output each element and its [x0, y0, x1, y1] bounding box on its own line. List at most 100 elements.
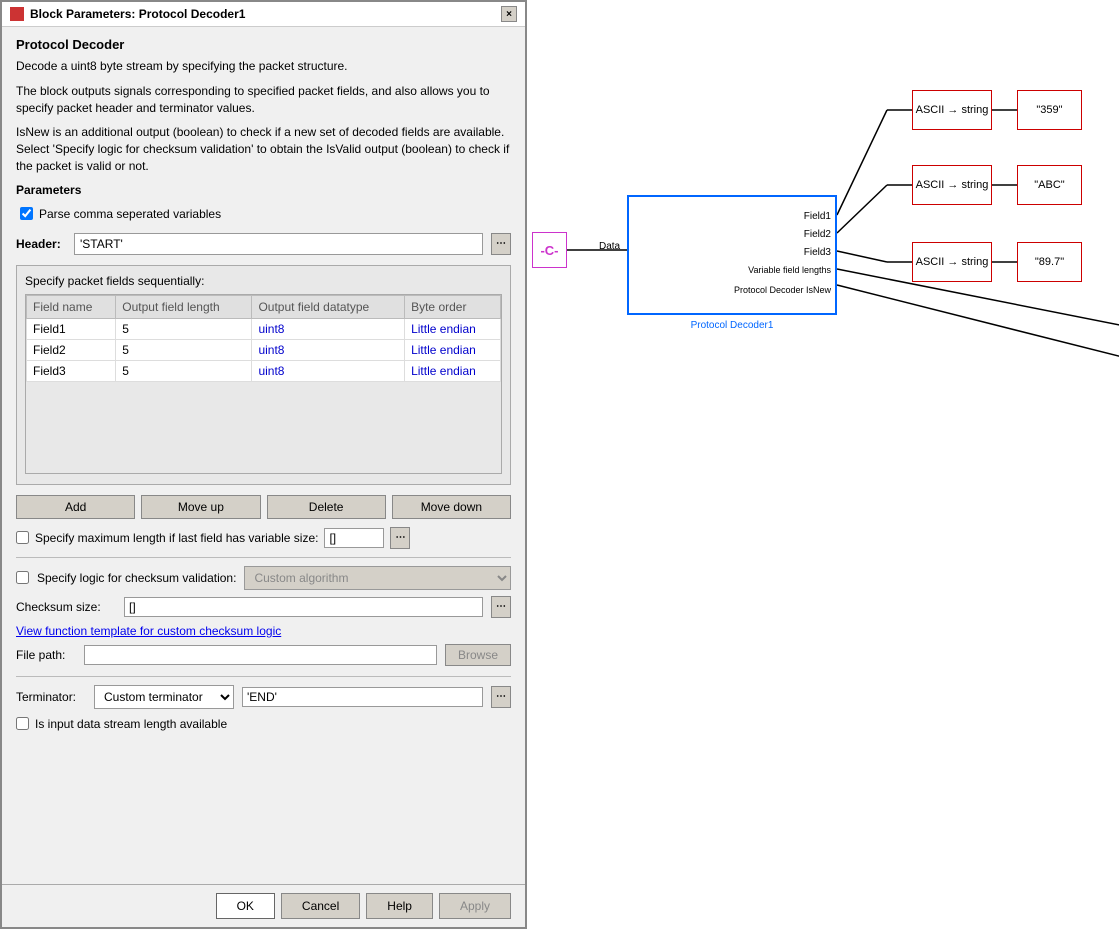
- is-input-row: Is input data stream length available: [16, 717, 511, 731]
- ascii-label-1: ASCII → string: [916, 104, 989, 116]
- field-length-cell: 5: [116, 339, 252, 360]
- ascii-block-3[interactable]: ASCII → string: [912, 242, 992, 282]
- output-abc[interactable]: "ABC": [1017, 165, 1082, 205]
- is-input-label: Is input data stream length available: [35, 717, 227, 731]
- spec-max-dots-button[interactable]: ⋯: [390, 527, 410, 549]
- checksum-size-row: Checksum size: ⋯: [16, 596, 511, 618]
- terminator-label: Terminator:: [16, 690, 86, 704]
- ascii-block-1[interactable]: ASCII → string: [912, 90, 992, 130]
- spec-max-checkbox[interactable]: [16, 531, 29, 544]
- cancel-button[interactable]: Cancel: [281, 893, 360, 919]
- delete-button[interactable]: Delete: [267, 495, 386, 519]
- dialog-footer: OK Cancel Help Apply: [2, 884, 525, 927]
- titlebar-left: Block Parameters: Protocol Decoder1: [10, 7, 245, 21]
- output-897[interactable]: "89.7": [1017, 242, 1082, 282]
- checksum-size-dots-button[interactable]: ⋯: [491, 596, 511, 618]
- ok-button[interactable]: OK: [216, 893, 275, 919]
- checksum-section: Specify logic for checksum validation: C…: [16, 566, 511, 666]
- parse-csv-label: Parse comma seperated variables: [39, 207, 221, 221]
- col-output-length: Output field length: [116, 295, 252, 318]
- parse-csv-row: Parse comma seperated variables: [16, 203, 511, 225]
- source-block[interactable]: -C-: [532, 232, 567, 268]
- terminator-dots-button[interactable]: ⋯: [491, 686, 511, 708]
- field-order-cell: Little endian: [405, 360, 501, 381]
- port-label-data: Data: [599, 241, 620, 252]
- move-up-button[interactable]: Move up: [141, 495, 260, 519]
- ascii-label-2: ASCII → string: [916, 179, 989, 191]
- port-field1: Field1: [804, 211, 831, 222]
- divider1: [16, 557, 511, 558]
- browse-button[interactable]: Browse: [445, 644, 511, 666]
- field-name-cell: Field2: [27, 339, 116, 360]
- ascii-block-2[interactable]: ASCII → string: [912, 165, 992, 205]
- checksum-size-input[interactable]: [124, 597, 483, 617]
- protocol-decoder-block[interactable]: Data Field1 Field2 Field3 Variable field…: [627, 195, 837, 315]
- fields-table-container: Field name Output field length Output fi…: [25, 294, 502, 474]
- header-label: Header:: [16, 237, 66, 251]
- field-order-cell: Little endian: [405, 339, 501, 360]
- parse-csv-checkbox[interactable]: [20, 207, 33, 220]
- is-input-checkbox[interactable]: [16, 717, 29, 730]
- params-label: Parameters: [16, 183, 511, 197]
- field-datatype-cell: uint8: [252, 318, 405, 339]
- spec-max-row: Specify maximum length if last field has…: [16, 527, 511, 549]
- checksum-row: Specify logic for checksum validation: C…: [16, 566, 511, 590]
- checksum-size-label: Checksum size:: [16, 600, 116, 614]
- title-icon: [10, 7, 24, 21]
- source-label: -C-: [540, 243, 558, 258]
- col-byte-order: Byte order: [405, 295, 501, 318]
- packet-fields-title: Specify packet fields sequentially:: [25, 274, 502, 288]
- field-name-cell: Field3: [27, 360, 116, 381]
- close-button[interactable]: ×: [501, 6, 517, 22]
- table-row[interactable]: Field1 5 uint8 Little endian: [27, 318, 501, 339]
- apply-button[interactable]: Apply: [439, 893, 511, 919]
- checksum-checkbox[interactable]: [16, 571, 29, 584]
- filepath-label: File path:: [16, 648, 76, 662]
- description2: The block outputs signals corresponding …: [16, 83, 511, 117]
- port-field2: Field2: [804, 229, 831, 240]
- filepath-row: File path: Browse: [16, 644, 511, 666]
- col-field-name: Field name: [27, 295, 116, 318]
- move-down-button[interactable]: Move down: [392, 495, 511, 519]
- port-field3: Field3: [804, 247, 831, 258]
- terminator-select[interactable]: Custom terminator: [94, 685, 234, 709]
- field-order-cell: Little endian: [405, 318, 501, 339]
- output-897-label: "89.7": [1035, 256, 1064, 268]
- field-length-cell: 5: [116, 360, 252, 381]
- checksum-label: Specify logic for checksum validation:: [37, 571, 236, 585]
- description1: Decode a uint8 byte stream by specifying…: [16, 58, 511, 75]
- simulink-canvas: -C- Data Field1 Field2 Field3 Variable f…: [527, 0, 1119, 929]
- help-button[interactable]: Help: [366, 893, 433, 919]
- wires-svg: [527, 0, 1119, 929]
- output-abc-label: "ABC": [1034, 179, 1064, 191]
- dialog-titlebar: Block Parameters: Protocol Decoder1 ×: [2, 2, 525, 27]
- terminator-row: Terminator: Custom terminator ⋯: [16, 685, 511, 709]
- block-parameters-dialog: Block Parameters: Protocol Decoder1 × Pr…: [0, 0, 527, 929]
- field-name-cell: Field1: [27, 318, 116, 339]
- packet-fields-group: Specify packet fields sequentially: Fiel…: [16, 265, 511, 485]
- spec-max-input[interactable]: [324, 528, 384, 548]
- table-row[interactable]: Field2 5 uint8 Little endian: [27, 339, 501, 360]
- checksum-algorithm-dropdown[interactable]: Custom algorithm: [244, 566, 511, 590]
- view-template-link[interactable]: View function template for custom checks…: [16, 624, 511, 638]
- header-dots-button[interactable]: ⋯: [491, 233, 511, 255]
- header-input[interactable]: [74, 233, 483, 255]
- filepath-input[interactable]: [84, 645, 437, 665]
- field-datatype-cell: uint8: [252, 339, 405, 360]
- terminator-value-input[interactable]: [242, 687, 483, 707]
- section-title: Protocol Decoder: [16, 37, 511, 52]
- action-buttons-row: Add Move up Delete Move down: [16, 495, 511, 519]
- output-359[interactable]: "359": [1017, 90, 1082, 130]
- header-row: Header: ⋯: [16, 233, 511, 255]
- add-button[interactable]: Add: [16, 495, 135, 519]
- field-datatype-cell: uint8: [252, 360, 405, 381]
- col-output-datatype: Output field datatype: [252, 295, 405, 318]
- dialog-content: Protocol Decoder Decode a uint8 byte str…: [2, 27, 525, 884]
- description3: IsNew is an additional output (boolean) …: [16, 124, 511, 174]
- field-length-cell: 5: [116, 318, 252, 339]
- output-359-label: "359": [1036, 104, 1062, 116]
- table-row[interactable]: Field3 5 uint8 Little endian: [27, 360, 501, 381]
- port-variable: Variable field lengths: [748, 265, 831, 275]
- divider2: [16, 676, 511, 677]
- fields-table: Field name Output field length Output fi…: [26, 295, 501, 382]
